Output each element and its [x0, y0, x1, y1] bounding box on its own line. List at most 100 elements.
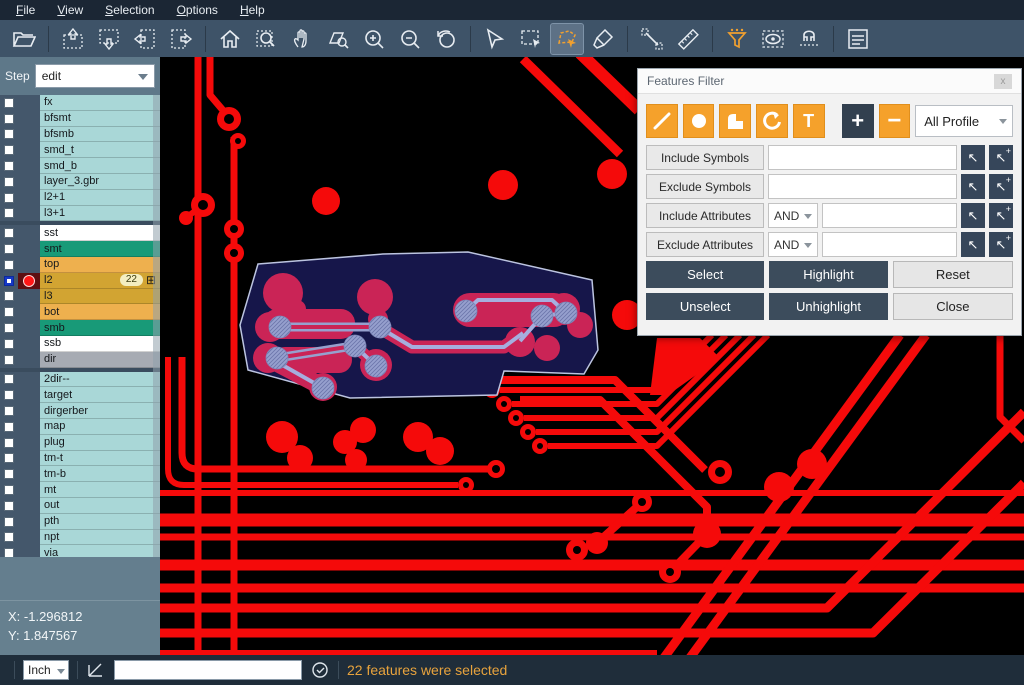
layer-active-indicator[interactable] [18, 530, 40, 546]
menu-selection[interactable]: Selection [95, 1, 164, 19]
step-select[interactable]: edit [35, 64, 155, 88]
layer-name[interactable]: top [40, 257, 160, 273]
layer-row[interactable]: map [0, 419, 160, 435]
layer-name[interactable]: layer_3.gbr [40, 174, 160, 190]
layer-visibility-checkbox[interactable] [4, 161, 14, 171]
layer-visibility-checkbox[interactable] [4, 390, 14, 400]
pick-symbol-add-button[interactable]: ↖+ [989, 145, 1013, 170]
layer-row[interactable]: pth [0, 514, 160, 530]
layer-active-indicator[interactable] [18, 451, 40, 467]
layer-name[interactable]: pth [40, 514, 160, 530]
include-attributes-input[interactable] [822, 203, 957, 228]
layer-row[interactable]: smd_b [0, 158, 160, 174]
clean-brush-button[interactable] [587, 24, 619, 54]
polygon-select-button[interactable] [551, 24, 583, 54]
dialog-title-bar[interactable]: Features Filter x [638, 69, 1021, 94]
layer-row[interactable]: smd_t [0, 142, 160, 158]
layer-active-indicator[interactable] [18, 95, 40, 111]
select-pointer-button[interactable] [479, 24, 511, 54]
layer-row[interactable]: dir [0, 352, 160, 368]
refresh-icon[interactable] [310, 660, 330, 680]
layer-row[interactable]: top [0, 257, 160, 273]
layer-visibility-checkbox[interactable] [4, 339, 14, 349]
zoom-area-button[interactable] [250, 24, 282, 54]
layer-row[interactable]: dirgerber [0, 403, 160, 419]
layer-visibility-checkbox[interactable] [4, 244, 14, 254]
layer-row[interactable]: 2dir-- [0, 372, 160, 388]
layer-active-indicator[interactable] [18, 158, 40, 174]
exclude-symbols-input[interactable] [768, 174, 957, 199]
unhighlight-button[interactable]: Unhighlight [769, 293, 887, 320]
layer-name[interactable]: map [40, 419, 160, 435]
layer-visibility-checkbox[interactable] [4, 422, 14, 432]
layer-active-indicator[interactable] [18, 257, 40, 273]
pick-attribute-add-button[interactable]: ↖+ [989, 203, 1013, 228]
layer-visibility-checkbox[interactable] [4, 177, 14, 187]
pad-feature-button[interactable] [683, 104, 715, 138]
rectangle-select-button[interactable] [515, 24, 547, 54]
show-selection-button[interactable] [757, 24, 789, 54]
layer-name[interactable]: dir [40, 352, 160, 368]
layer-row[interactable]: out [0, 498, 160, 514]
layer-row[interactable]: bfsmb [0, 127, 160, 143]
layer-name[interactable]: ssb [40, 336, 160, 352]
menu-help[interactable]: Help [230, 1, 275, 19]
layer-name[interactable]: smt [40, 241, 160, 257]
layer-active-indicator[interactable] [18, 111, 40, 127]
include-attributes-button[interactable]: Include Attributes [646, 203, 764, 228]
features-filter-button[interactable] [721, 24, 753, 54]
layer-active-indicator[interactable] [18, 174, 40, 190]
pick-attribute-add-button[interactable]: ↖+ [989, 232, 1013, 257]
negative-polarity-button[interactable]: − [879, 104, 911, 138]
surface-feature-button[interactable] [719, 104, 751, 138]
layer-active-indicator[interactable] [18, 352, 40, 368]
layer-active-indicator[interactable] [18, 190, 40, 206]
menu-file[interactable]: File [6, 1, 45, 19]
layer-row[interactable]: bfsmt [0, 111, 160, 127]
pan-down-button[interactable] [93, 24, 125, 54]
layer-name[interactable]: out [40, 498, 160, 514]
layer-name[interactable]: fx [40, 95, 160, 111]
layer-row[interactable]: mt [0, 482, 160, 498]
layer-active-indicator[interactable] [18, 514, 40, 530]
layer-active-indicator[interactable] [18, 289, 40, 305]
pan-left-button[interactable] [129, 24, 161, 54]
layer-visibility-checkbox[interactable] [4, 260, 14, 270]
layer-name[interactable]: plug [40, 435, 160, 451]
measure-line-button[interactable] [636, 24, 668, 54]
layer-visibility-checkbox[interactable] [4, 291, 14, 301]
command-input[interactable] [114, 660, 302, 680]
pan-right-button[interactable] [165, 24, 197, 54]
layer-row[interactable]: l3 [0, 289, 160, 305]
layer-active-indicator[interactable] [18, 372, 40, 388]
close-icon[interactable]: x [994, 74, 1012, 89]
layer-row[interactable]: plug [0, 435, 160, 451]
reset-button[interactable]: Reset [893, 261, 1013, 288]
profile-select[interactable]: All Profile [915, 105, 1013, 137]
units-select[interactable]: Inch [23, 660, 69, 680]
layer-name[interactable]: dirgerber [40, 403, 160, 419]
layer-name[interactable]: bfsmt [40, 111, 160, 127]
layer-visibility-checkbox[interactable] [4, 114, 14, 124]
exclude-attributes-button[interactable]: Exclude Attributes [646, 232, 764, 257]
notes-panel-button[interactable] [842, 24, 874, 54]
pick-symbol-button[interactable]: ↖ [961, 174, 985, 199]
layer-name[interactable]: l3+1 [40, 206, 160, 222]
pan-up-button[interactable] [57, 24, 89, 54]
layer-row[interactable]: smb [0, 320, 160, 336]
layer-name[interactable]: bot [40, 304, 160, 320]
layer-active-indicator[interactable] [18, 320, 40, 336]
layer-name[interactable]: l2+1 [40, 190, 160, 206]
layer-row[interactable]: layer_3.gbr [0, 174, 160, 190]
layer-name[interactable]: mt [40, 482, 160, 498]
layer-name[interactable]: npt [40, 530, 160, 546]
layer-row[interactable]: fx [0, 95, 160, 111]
layer-name[interactable]: sst [40, 225, 160, 241]
layer-active-indicator[interactable] [18, 336, 40, 352]
layer-name[interactable]: smd_t [40, 142, 160, 158]
menu-view[interactable]: View [47, 1, 93, 19]
pan-hand-button[interactable] [286, 24, 318, 54]
layer-visibility-checkbox[interactable] [4, 501, 14, 511]
exclude-attributes-logic-select[interactable]: AND [768, 232, 818, 257]
zoom-previous-button[interactable] [430, 24, 462, 54]
